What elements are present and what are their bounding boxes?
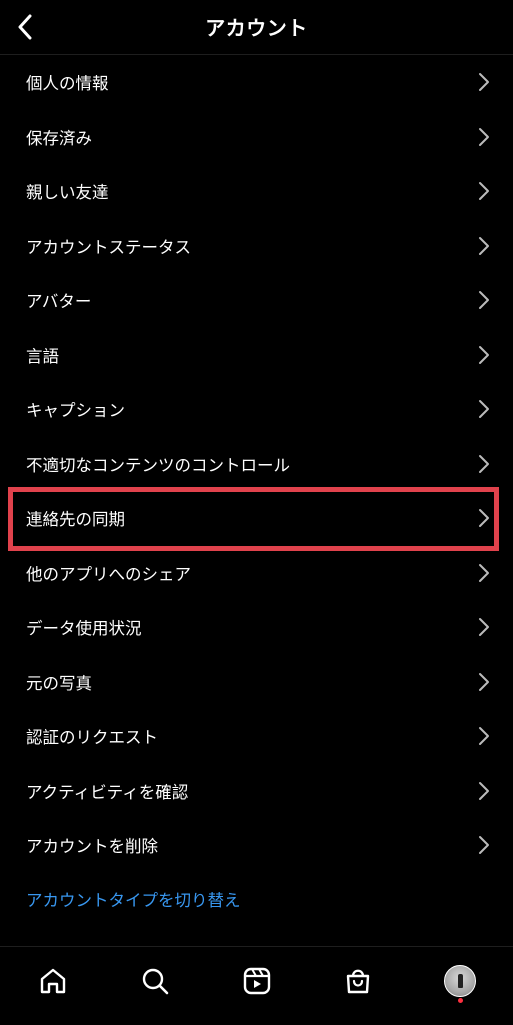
menu-item-label: 認証のリクエスト [26,728,158,748]
tab-home[interactable] [33,961,73,1001]
menu-item-label: データ使用状況 [26,619,142,639]
menu-item-label: 他のアプリへのシェア [26,564,191,584]
tab-shop[interactable] [338,961,378,1001]
menu-item-label: 親しい友達 [26,183,109,203]
menu-item-captions[interactable]: キャプション [0,382,513,437]
menu-item-original-photos[interactable]: 元の写真 [0,655,513,710]
switch-account-type-link[interactable]: アカウントタイプを切り替え [26,887,241,911]
menu-item-language[interactable]: 言語 [0,328,513,383]
menu-item-avatar[interactable]: アバター [0,273,513,328]
menu-item-label: アカウントステータス [26,237,191,257]
chevron-right-icon [479,182,489,201]
menu-item-label: 元の写真 [26,673,92,693]
home-icon [40,968,66,994]
chevron-right-icon [479,509,489,528]
notification-dot [458,998,463,1003]
tab-profile[interactable] [440,961,480,1001]
chevron-right-icon [479,454,489,473]
menu-item-label: 連絡先の同期 [26,510,125,530]
search-icon [142,968,169,995]
chevron-right-icon [479,345,489,364]
settings-menu: 個人の情報 保存済み 親しい友達 アカウントステータス アバター 言語 キャプシ… [0,55,513,873]
menu-item-request-verification[interactable]: 認証のリクエスト [0,709,513,764]
menu-item-contacts-sync[interactable]: 連絡先の同期 [0,491,513,546]
menu-item-personal-info[interactable]: 個人の情報 [0,55,513,110]
tab-reels[interactable] [237,961,277,1001]
chevron-right-icon [479,291,489,310]
menu-item-close-friends[interactable]: 親しい友達 [0,164,513,219]
chevron-right-icon [479,727,489,746]
chevron-right-icon [479,781,489,800]
avatar [444,965,476,997]
chevron-right-icon [479,236,489,255]
menu-item-sharing-to-other-apps[interactable]: 他のアプリへのシェア [0,546,513,601]
menu-item-saved[interactable]: 保存済み [0,110,513,165]
menu-item-review-activity[interactable]: アクティビティを確認 [0,764,513,819]
menu-item-data-usage[interactable]: データ使用状況 [0,600,513,655]
menu-item-delete-account[interactable]: アカウントを削除 [0,818,513,873]
reels-icon [243,967,271,995]
menu-item-label: 保存済み [26,128,92,148]
menu-item-label: 不適切なコンテンツのコントロール [26,455,290,475]
header-bar: アカウント [0,0,513,55]
avatar-figure [458,974,463,988]
page-title: アカウント [205,16,308,40]
menu-item-account-status[interactable]: アカウントステータス [0,219,513,274]
menu-item-label: アクティビティを確認 [26,782,189,802]
chevron-right-icon [479,836,489,855]
shop-icon [346,969,370,994]
chevron-right-icon [479,127,489,146]
menu-item-label: 個人の情報 [26,74,109,94]
chevron-right-icon [479,400,489,419]
bottom-tab-bar [0,946,513,1025]
chevron-right-icon [479,672,489,691]
menu-item-label: アカウントを削除 [26,837,158,857]
menu-item-label: 言語 [26,346,59,366]
chevron-right-icon [479,73,489,92]
menu-item-label: キャプション [26,401,125,421]
chevron-right-icon [479,618,489,637]
menu-item-label: アバター [26,292,92,312]
chevron-right-icon [479,563,489,582]
menu-item-sensitive-content[interactable]: 不適切なコンテンツのコントロール [0,437,513,492]
tab-search[interactable] [135,961,175,1001]
